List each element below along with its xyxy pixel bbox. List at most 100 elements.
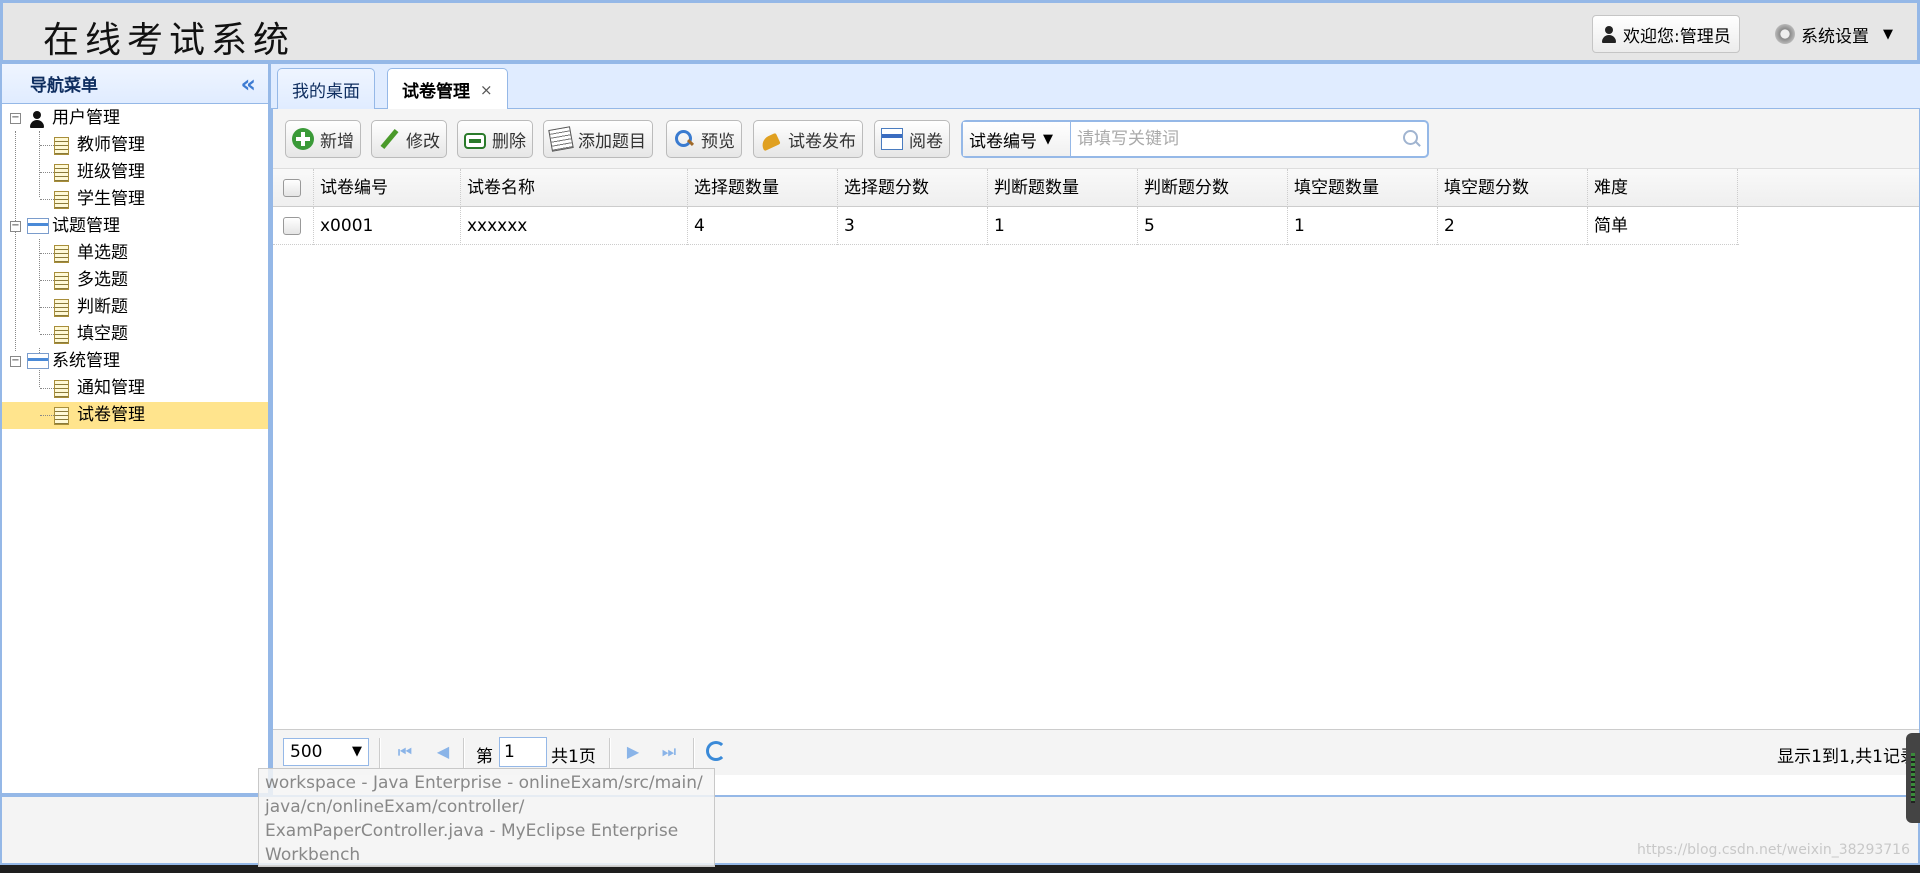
tree-label: 系统管理: [52, 351, 120, 371]
user-icon: [28, 110, 46, 128]
button-label: 删除: [492, 131, 526, 152]
column-header[interactable]: 试卷编号: [313, 169, 461, 207]
sidebar-item-student[interactable]: 学生管理: [2, 186, 268, 213]
tree-connector: [40, 172, 54, 173]
button-label: 添加题目: [578, 131, 646, 152]
button-label: 阅卷: [909, 131, 943, 152]
table-cell: 4: [688, 207, 838, 245]
tree-group-user-management[interactable]: − 用户管理: [2, 105, 268, 132]
refresh-icon[interactable]: [706, 741, 726, 761]
sidebar-header: 导航菜单 «: [2, 64, 268, 104]
publish-button[interactable]: 试卷发布: [753, 120, 863, 158]
folder-icon: [27, 218, 49, 234]
tree-connector: [40, 280, 54, 281]
window-icon: [881, 128, 903, 150]
data-grid: 试卷编号 试卷名称 选择题数量 选择题分数 判断题数量 判断题分数 填空题数量 …: [273, 169, 1919, 245]
magnifier-icon: [673, 128, 695, 150]
tree-group-system-management[interactable]: − 系统管理: [2, 348, 268, 375]
table-cell: 3: [838, 207, 988, 245]
search-icon[interactable]: [1397, 122, 1427, 156]
search-input[interactable]: [1071, 122, 1397, 156]
tree-label: 试题管理: [52, 216, 120, 236]
divider: [693, 738, 695, 768]
tree-group-question-management[interactable]: − 试题管理: [2, 213, 268, 240]
sidebar-item-fill-blank[interactable]: 填空题: [2, 321, 268, 348]
tree-connector: [40, 253, 54, 254]
column-header[interactable]: 选择题分数: [838, 169, 988, 207]
column-header[interactable]: 判断题分数: [1138, 169, 1288, 207]
pager-info: 显示1到1,共1记录: [1777, 747, 1917, 767]
button-label: 新增: [320, 131, 354, 152]
column-header[interactable]: 判断题数量: [988, 169, 1138, 207]
sidebar-item-teacher[interactable]: 教师管理: [2, 132, 268, 159]
column-header[interactable]: 选择题数量: [688, 169, 838, 207]
folder-icon: [27, 353, 49, 369]
settings-menu-button[interactable]: 系统设置 ▼: [1767, 15, 1901, 53]
grid-header: 试卷编号 试卷名称 选择题数量 选择题分数 判断题数量 判断题分数 填空题数量 …: [273, 169, 1919, 207]
column-header[interactable]: 难度: [1588, 169, 1738, 207]
tree-label: 教师管理: [77, 135, 145, 155]
table-row[interactable]: x0001 xxxxxx 4 3 1 5 1 2 简单: [273, 207, 1739, 245]
toolbar: 新增 修改 删除 添加题目 预览 试卷发布 阅卷 试卷编号 ▼ 请填写关键词: [273, 109, 1919, 169]
divider: [463, 738, 465, 768]
edit-button[interactable]: 修改: [371, 120, 447, 158]
review-button[interactable]: 阅卷: [874, 120, 950, 158]
gear-icon: [1775, 24, 1795, 44]
tree-connector: [40, 199, 54, 200]
row-checkbox[interactable]: [283, 217, 301, 235]
table-cell: 1: [988, 207, 1138, 245]
column-header[interactable]: 试卷名称: [461, 169, 688, 207]
tree-label: 用户管理: [52, 108, 120, 128]
last-page-icon[interactable]: ⏭: [659, 742, 679, 762]
document-icon: [54, 407, 69, 425]
search-field-value: 试卷编号: [969, 131, 1037, 152]
first-page-icon[interactable]: ⏮: [395, 742, 415, 762]
sidebar: 导航菜单 « − 用户管理 教师管理 班级管理 学生管理 − 试题管理 单选题 …: [0, 62, 270, 795]
sidebar-item-class[interactable]: 班级管理: [2, 159, 268, 186]
add-icon: [292, 128, 314, 150]
app-header: 在线考试系统 欢迎您:管理员 系统设置 ▼: [0, 0, 1920, 62]
collapse-toggle-icon[interactable]: −: [10, 113, 21, 124]
prev-page-icon[interactable]: ◀: [433, 742, 453, 762]
floating-meter-widget[interactable]: [1906, 733, 1920, 823]
sidebar-item-multi-choice[interactable]: 多选题: [2, 267, 268, 294]
table-cell: x0001: [313, 207, 461, 245]
add-button[interactable]: 新增: [285, 120, 361, 158]
tab-exam-paper[interactable]: 试卷管理 ×: [387, 68, 508, 110]
collapse-toggle-icon[interactable]: −: [10, 356, 21, 367]
tree-connector: [40, 388, 54, 389]
sidebar-item-exam-paper[interactable]: 试卷管理: [2, 402, 268, 429]
user-icon: [1601, 25, 1617, 43]
select-all-checkbox[interactable]: [283, 179, 301, 197]
close-icon[interactable]: ×: [480, 81, 493, 99]
settings-label: 系统设置: [1801, 26, 1869, 47]
delete-button[interactable]: 删除: [457, 120, 533, 158]
sidebar-item-notice[interactable]: 通知管理: [2, 375, 268, 402]
column-header[interactable]: 填空题分数: [1438, 169, 1588, 207]
document-icon: [54, 272, 69, 290]
collapse-icon[interactable]: «: [240, 70, 256, 98]
welcome-button[interactable]: 欢迎您:管理员: [1592, 15, 1740, 53]
table-cell: 简单: [1588, 207, 1738, 245]
next-page-icon[interactable]: ▶: [623, 742, 643, 762]
search-field-select[interactable]: 试卷编号 ▼: [963, 122, 1071, 156]
preview-button[interactable]: 预览: [666, 120, 742, 158]
add-question-button[interactable]: 添加题目: [543, 120, 653, 158]
sidebar-item-true-false[interactable]: 判断题: [2, 294, 268, 321]
pencil-icon: [378, 128, 400, 150]
tree-connector: [40, 415, 54, 416]
app-title: 在线考试系统: [43, 20, 296, 61]
tooltip-line: ExamPaperController.java - MyEclipse Ent…: [265, 821, 679, 841]
page-size-select[interactable]: 500 ▼: [283, 738, 369, 766]
collapse-toggle-icon[interactable]: −: [10, 221, 21, 232]
page-number-input[interactable]: [499, 737, 547, 767]
share-icon: [760, 128, 782, 150]
sidebar-item-single-choice[interactable]: 单选题: [2, 240, 268, 267]
caret-down-icon: ▼: [1043, 131, 1053, 147]
tree-label: 判断题: [77, 297, 128, 317]
search-box: 试卷编号 ▼: [961, 120, 1429, 158]
column-header[interactable]: 填空题数量: [1288, 169, 1438, 207]
tree-label: 多选题: [77, 270, 128, 290]
tab-my-desktop[interactable]: 我的桌面: [277, 68, 375, 109]
tree-label: 班级管理: [77, 162, 145, 182]
